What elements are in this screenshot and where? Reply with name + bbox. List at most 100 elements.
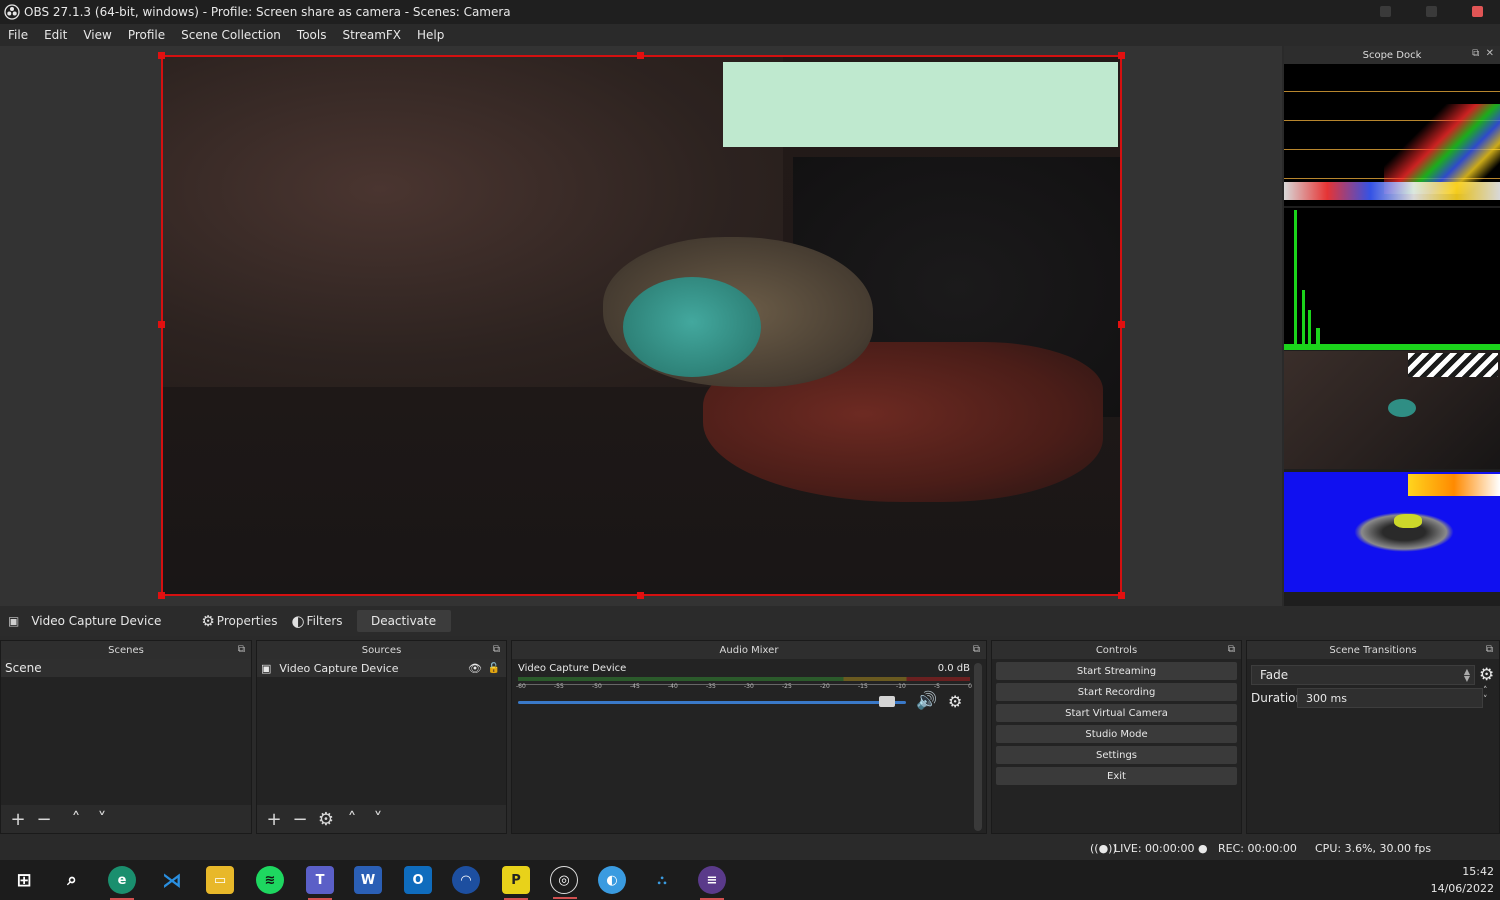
float-icon[interactable]: ⧉: [1228, 644, 1235, 655]
gear-icon[interactable]: ⚙: [1479, 665, 1494, 685]
properties-label: Properties: [216, 614, 278, 628]
sources-title: Sources: [361, 644, 402, 656]
scope-dock-title-text: Scope Dock: [1362, 49, 1422, 61]
scene-item[interactable]: Scene: [1, 659, 251, 677]
gear-icon[interactable]: ⚙: [948, 692, 962, 711]
clock-date: 14/06/2022: [1430, 882, 1494, 895]
volume-slider-handle[interactable]: [878, 696, 895, 707]
false-color-scope: [1284, 472, 1500, 592]
duration-input[interactable]: 300 ms: [1297, 688, 1483, 708]
transition-select[interactable]: Fade ▲ ▼: [1251, 665, 1475, 685]
menu-file[interactable]: File: [0, 28, 36, 42]
audio-mixer-title: Audio Mixer: [719, 644, 779, 656]
studio-mode-button[interactable]: Studio Mode: [996, 725, 1237, 743]
source-item-label: Video Capture Device: [279, 661, 399, 675]
start-recording-button[interactable]: Start Recording: [996, 683, 1237, 701]
remove-icon[interactable]: −: [35, 809, 53, 830]
windows-taskbar: ⊞ ⌕ e ⋊ ▭ ≋ T W O ◠ P ◎ ◐ ⛬ ≡ 15:42 14/0…: [0, 860, 1500, 900]
move-down-icon[interactable]: ˅: [369, 809, 387, 830]
deactivate-button[interactable]: Deactivate: [356, 610, 451, 632]
start-streaming-button[interactable]: Start Streaming: [996, 662, 1237, 680]
resize-handle[interactable]: [158, 592, 165, 599]
search-icon[interactable]: ⌕: [58, 866, 86, 894]
mixer-level: 0.0 dB: [937, 663, 970, 674]
float-icon[interactable]: ⧉: [1472, 48, 1479, 59]
move-up-icon[interactable]: ˄: [67, 809, 85, 830]
obs-taskbar-icon[interactable]: ◎: [550, 866, 578, 899]
volume-slider[interactable]: [518, 701, 906, 704]
filters-label: Filters: [306, 614, 343, 628]
status-bar: ((●)) LIVE: 00:00:00 ● REC: 00:00:00 CPU…: [0, 838, 1500, 860]
menu-edit[interactable]: Edit: [36, 28, 75, 42]
add-icon[interactable]: +: [9, 809, 27, 830]
lock-icon[interactable]: 🔓: [488, 663, 500, 674]
filters-button[interactable]: ◐ Filters: [291, 612, 342, 630]
add-icon[interactable]: +: [265, 809, 283, 830]
menu-tools[interactable]: Tools: [289, 28, 335, 42]
rec-status: REC: 00:00:00: [1218, 842, 1297, 855]
gear-icon: ⚙: [201, 612, 215, 630]
gear-icon[interactable]: ⚙: [317, 809, 335, 830]
move-up-icon[interactable]: ˄: [343, 809, 361, 830]
source-item[interactable]: ▣ Video Capture Device 👁 🔓: [257, 659, 506, 677]
selected-source-name: Video Capture Device: [31, 614, 162, 628]
word-icon[interactable]: W: [354, 866, 382, 894]
move-down-icon[interactable]: ˅: [93, 809, 111, 830]
resize-handle[interactable]: [158, 52, 165, 59]
speaker-icon[interactable]: 🔊: [916, 691, 937, 711]
float-icon[interactable]: ⧉: [493, 644, 500, 655]
pdf-app-icon[interactable]: P: [502, 866, 530, 900]
network-app-icon[interactable]: ⛬: [648, 866, 676, 894]
settings-button[interactable]: Settings: [996, 746, 1237, 764]
close-button[interactable]: [1472, 6, 1483, 17]
duration-value: 300 ms: [1306, 691, 1347, 705]
resize-handle[interactable]: [1118, 52, 1125, 59]
tick-label: -35: [706, 683, 716, 690]
preview-canvas[interactable]: [161, 55, 1122, 596]
app-icon[interactable]: ◠: [452, 866, 480, 894]
scene-item-label: Scene: [5, 661, 42, 675]
float-icon[interactable]: ⧉: [973, 644, 980, 655]
preview-area: [0, 46, 1282, 606]
menu-scene-collection[interactable]: Scene Collection: [173, 28, 289, 42]
start-virtual-camera-button[interactable]: Start Virtual Camera: [996, 704, 1237, 722]
menu-view[interactable]: View: [75, 28, 119, 42]
tick-label: -30: [744, 683, 754, 690]
resize-handle[interactable]: [1118, 321, 1125, 328]
properties-button[interactable]: ⚙ Properties: [201, 612, 277, 630]
camera-icon: ▣: [261, 661, 272, 675]
vscode-icon[interactable]: ⋊: [158, 866, 186, 894]
exit-button[interactable]: Exit: [996, 767, 1237, 785]
resize-handle[interactable]: [637, 592, 644, 599]
file-explorer-icon[interactable]: ▭: [206, 866, 234, 894]
float-icon[interactable]: ⧉: [238, 644, 245, 655]
menu-help[interactable]: Help: [409, 28, 452, 42]
obs-logo-icon: [4, 4, 20, 20]
sources-dock: Sources ⧉ ▣ Video Capture Device 👁 🔓 + −…: [256, 640, 507, 834]
scrollbar[interactable]: [974, 663, 982, 831]
spotify-icon[interactable]: ≋: [256, 866, 284, 894]
edge-dev-icon[interactable]: e: [108, 866, 136, 900]
live-status: LIVE: 00:00:00: [1114, 842, 1195, 855]
minimize-button[interactable]: [1380, 6, 1391, 17]
float-icon[interactable]: ⧉: [1486, 644, 1493, 655]
resize-handle[interactable]: [637, 52, 644, 59]
scene-transitions-title: Scene Transitions: [1329, 644, 1417, 656]
eye-icon[interactable]: 👁: [468, 662, 482, 675]
scope-dock-title: Scope Dock ⧉ ✕: [1284, 46, 1500, 64]
spinner-icon[interactable]: ˄ ˅: [1483, 687, 1488, 705]
menu-streamfx[interactable]: StreamFX: [334, 28, 409, 42]
teams-icon[interactable]: T: [306, 866, 334, 900]
maximize-button[interactable]: [1426, 6, 1437, 17]
eclipse-icon[interactable]: ≡: [698, 866, 726, 900]
system-clock[interactable]: 15:42 14/06/2022: [1431, 863, 1494, 897]
windows-start-icon[interactable]: ⊞: [10, 866, 38, 894]
resize-handle[interactable]: [1118, 592, 1125, 599]
waveform-scope: [1284, 64, 1500, 206]
outlook-icon[interactable]: O: [404, 866, 432, 894]
browser-icon[interactable]: ◐: [598, 866, 626, 894]
close-icon[interactable]: ✕: [1486, 48, 1494, 59]
resize-handle[interactable]: [158, 321, 165, 328]
menu-profile[interactable]: Profile: [120, 28, 173, 42]
remove-icon[interactable]: −: [291, 809, 309, 830]
